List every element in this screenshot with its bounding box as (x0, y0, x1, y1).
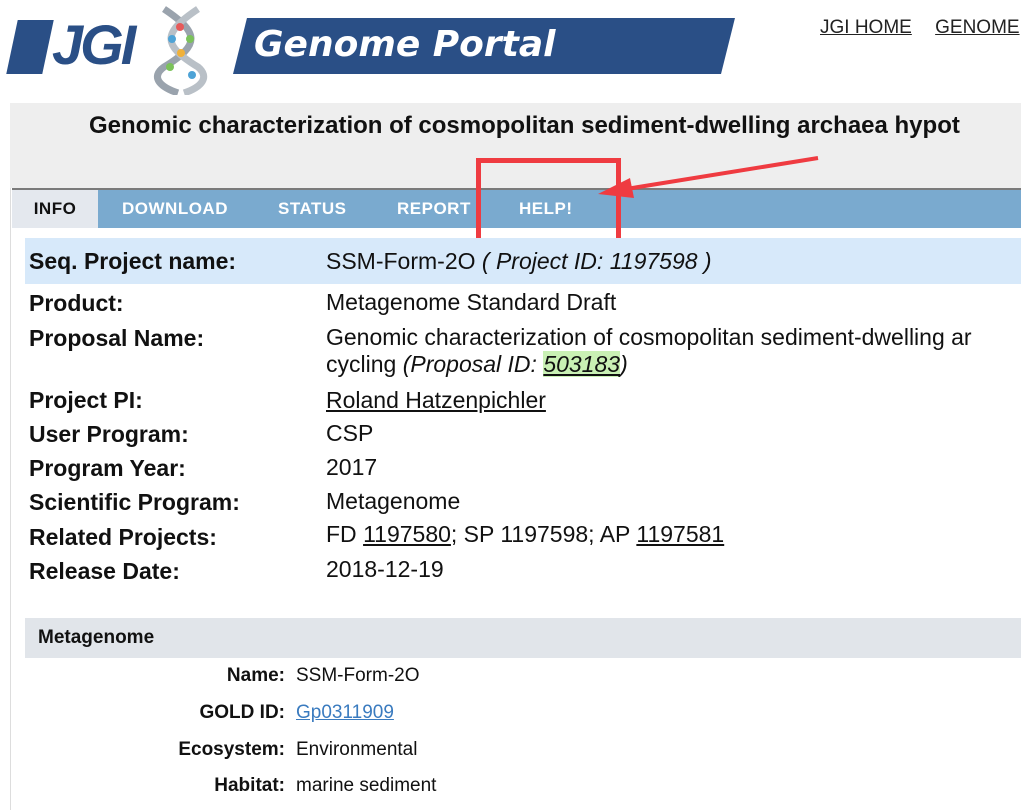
tab-info[interactable]: INFO (12, 190, 98, 228)
top-links: JGI HOME GENOME (820, 17, 1021, 39)
dna-helix-icon (154, 6, 208, 95)
product-label: Product: (29, 290, 124, 316)
pi-link[interactable]: Roland Hatzenpichler (326, 387, 546, 413)
gold-id-link[interactable]: Gp0311909 (296, 702, 394, 723)
sci-program-value: Metagenome (326, 488, 461, 514)
proposal-label: Proposal Name: (29, 325, 205, 351)
related-ap-link[interactable]: 1197581 (636, 521, 724, 547)
name-value: SSM-Form-2O (296, 665, 420, 686)
sci-program-label: Scientific Program: (29, 489, 240, 515)
metagenome-header (25, 618, 1021, 658)
page-title: Genomic characterization of cosmopolitan… (89, 112, 960, 139)
tab-status[interactable]: STATUS (278, 190, 346, 228)
seq-project-name: SSM-Form-2O (326, 248, 476, 274)
annotation-arrow-icon (598, 156, 819, 198)
user-program-value: CSP (326, 420, 374, 446)
proposal-line1: Genomic characterization of cosmopolitan… (326, 324, 972, 350)
proposal-id-link[interactable]: 503183 (543, 351, 621, 377)
related-fd-text: FD (326, 521, 357, 547)
related-label: Related Projects: (29, 524, 217, 550)
proposal-line2: cycling (Proposal ID: 503183) (326, 351, 628, 378)
metagenome-title: Metagenome (38, 627, 155, 648)
pi-value: Roland Hatzenpichler (326, 387, 546, 414)
jgi-logo[interactable]: JGI (52, 12, 136, 77)
name-label: Name: (226, 665, 285, 686)
related-value: FD 1197580; SP 1197598; AP 1197581 (326, 521, 724, 548)
habitat-label: Habitat: (214, 775, 285, 796)
seq-project-value: SSM-Form-2O ( Project ID: 1197598 ) (326, 248, 712, 275)
gold-id-value: Gp0311909 (296, 702, 394, 724)
product-value: Metagenome Standard Draft (326, 289, 617, 315)
project-id: ( Project ID: 1197598 ) (481, 248, 712, 274)
genome-link[interactable]: GENOME (935, 17, 1019, 38)
user-program-label: User Program: (29, 421, 189, 447)
related-fd-link[interactable]: 1197580 (363, 521, 451, 547)
proposal-id-close: ) (620, 351, 628, 377)
tab-report[interactable]: REPORT (397, 190, 471, 228)
jgi-home-link[interactable]: JGI HOME (820, 17, 912, 38)
portal-title[interactable]: Genome Portal (254, 24, 556, 65)
pi-label: Project PI: (29, 387, 143, 413)
gold-id-label: GOLD ID: (199, 702, 286, 723)
site-header: JGI Genome Portal JGI HOME GENOME (0, 0, 1021, 103)
program-year-label: Program Year: (29, 455, 186, 481)
logo-bar (6, 20, 54, 74)
ecosystem-value: Environmental (296, 739, 418, 760)
ecosystem-label: Ecosystem: (178, 739, 285, 760)
release-label: Release Date: (29, 558, 180, 584)
release-value: 2018-12-19 (326, 556, 444, 582)
left-border (10, 103, 11, 810)
seq-project-label: Seq. Project name: (29, 248, 237, 274)
program-year-value: 2017 (326, 454, 378, 480)
related-sp-text: ; SP 1197598; AP (450, 521, 630, 547)
tab-download[interactable]: DOWNLOAD (122, 190, 228, 228)
proposal-cycling: cycling (326, 351, 397, 377)
proposal-id-label: (Proposal ID: (402, 351, 544, 377)
habitat-value: marine sediment (296, 775, 437, 796)
